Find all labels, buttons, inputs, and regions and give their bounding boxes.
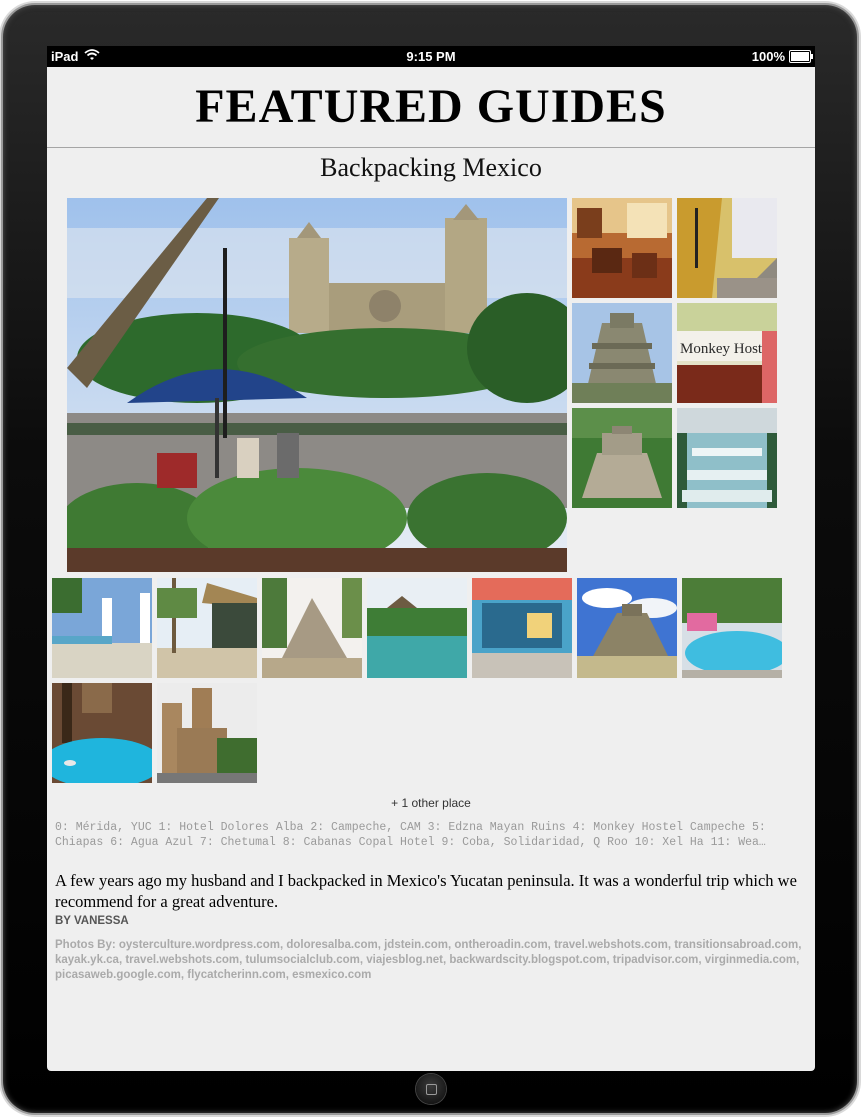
main-photo-merida-plaza[interactable] <box>67 198 567 572</box>
photo-chiapas-palenque[interactable] <box>572 408 672 508</box>
home-square-icon <box>426 1084 437 1095</box>
photo-xel-ha-lagoon[interactable] <box>367 578 467 678</box>
clock: 9:15 PM <box>406 49 456 64</box>
guide-title[interactable]: Backpacking Mexico <box>47 153 815 183</box>
photo-hotel-pool[interactable] <box>682 578 782 678</box>
status-bar: iPad 9:15 PM 100% <box>47 46 815 67</box>
title-divider <box>47 147 815 148</box>
app-screen: FEATURED GUIDES Backpacking Mexico Monke… <box>47 67 815 1071</box>
home-button[interactable] <box>416 1074 446 1104</box>
photo-cenote[interactable] <box>52 683 152 783</box>
battery-percentage: 100% <box>751 49 785 64</box>
photo-tulum-storefront[interactable] <box>472 578 572 678</box>
author-byline: BY VANESSA <box>55 915 129 927</box>
photo-hotel-dolores-alba-lobby[interactable] <box>572 198 672 298</box>
page-title: FEATURED GUIDES <box>195 80 667 133</box>
place-list: 0: Mérida, YUC 1: Hotel Dolores Alba 2: … <box>55 821 766 849</box>
monkey-hostel-sign: Monkey Hostel <box>680 341 773 357</box>
photo-coba-pyramid[interactable] <box>262 578 362 678</box>
photo-cabanas-copal-hotel[interactable] <box>157 578 257 678</box>
photo-credits: Photos By: oysterculture.wordpress.com, … <box>55 939 802 981</box>
guide-description: A few years ago my husband and I backpac… <box>55 871 797 911</box>
more-places-link[interactable]: + 1 other place <box>47 796 815 810</box>
photo-agua-azul-waterfall[interactable] <box>677 408 777 508</box>
photo-chichen-itza[interactable] <box>577 578 677 678</box>
photo-monkey-hostel[interactable]: Monkey Hostel <box>677 303 777 403</box>
battery-icon <box>789 50 813 63</box>
photo-chetumal-lighthouse[interactable] <box>52 578 152 678</box>
photo-hotel-street[interactable] <box>677 198 777 298</box>
photo-valladolid-church[interactable] <box>157 683 257 783</box>
photo-edzna-mayan-ruins[interactable] <box>572 303 672 403</box>
